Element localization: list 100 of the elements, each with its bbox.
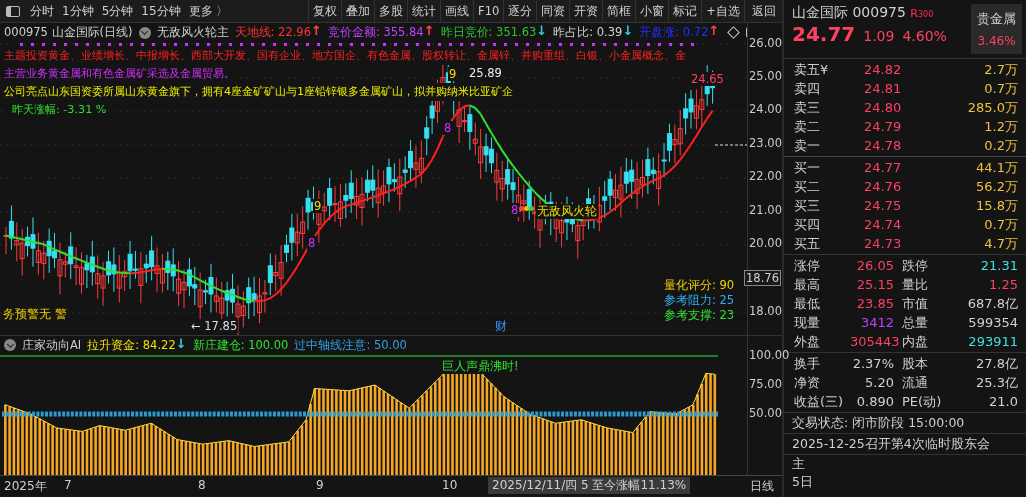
order-volume: 15.8万 — [976, 196, 1018, 215]
stat-label: 流通 — [902, 374, 929, 392]
stock-title: 000975 山金国际(日线) — [4, 25, 133, 40]
stat-label: 最低 — [794, 295, 821, 313]
order-price: 24.74 — [864, 217, 903, 232]
stat-value: 2.37% — [851, 355, 895, 373]
trend-arrow: ↑ — [423, 25, 435, 40]
indicator-value: 拉升资金: 84.22 — [87, 337, 176, 353]
stat-label: 最高 — [794, 276, 821, 294]
value-tick: 50.00 — [749, 405, 782, 420]
toolbar-button[interactable]: 开资 — [569, 0, 603, 22]
flower-icon — [519, 206, 534, 211]
toolbar-button[interactable]: 统计 — [407, 0, 441, 22]
price-tick: 21.00 — [749, 203, 782, 217]
order-level: 买一 — [794, 158, 821, 177]
toolbar-button[interactable]: +自选 — [701, 0, 744, 22]
indicator-value: 开盘涨: 0.72 — [639, 25, 709, 40]
order-volume: 285.0万 — [967, 98, 1018, 117]
order-price: 24.82 — [864, 62, 903, 77]
toolbar-button[interactable]: 画线 — [440, 0, 474, 22]
last-price: 24.77 — [792, 22, 856, 46]
panel-toggle-icon[interactable] — [6, 5, 20, 17]
order-level: 买三 — [794, 196, 821, 215]
stat-value: 599354 — [967, 314, 1018, 332]
period-tab[interactable]: 分时 — [26, 2, 58, 20]
stat-value: 687.8亿 — [966, 295, 1018, 313]
toolbar-button[interactable]: 简框 — [602, 0, 636, 22]
indicator-value: 竞价金额: 355.84 — [327, 25, 424, 40]
date-label: 2025年 — [4, 478, 47, 496]
toolbar-button[interactable]: 逐分 — [503, 0, 537, 22]
order-volume: 0.2万 — [984, 136, 1018, 155]
order-level: 买五 — [794, 234, 821, 253]
period-tab[interactable]: 15分钟 — [137, 2, 185, 20]
order-level: 卖二 — [794, 117, 821, 136]
stat-value: 25.3亿 — [975, 374, 1018, 392]
period-tab[interactable]: 5分钟 — [97, 2, 138, 20]
order-price: 24.77 — [864, 160, 903, 175]
change-percent: 4.60% — [902, 28, 947, 44]
order-volume: 1.2万 — [984, 117, 1018, 136]
count-mark: 9 — [313, 199, 323, 213]
stat-label: 跌停 — [902, 257, 929, 275]
price-tick: 22.00 — [749, 169, 782, 183]
stat-value: 25.15 — [855, 276, 895, 294]
stat-value: 3412 — [859, 314, 895, 332]
price-tick: 18.00 — [749, 304, 782, 318]
toolbar-button[interactable]: 小窗 — [635, 0, 669, 22]
toolbar-button[interactable]: 多股 — [374, 0, 408, 22]
stat-value: 305443 — [850, 333, 901, 351]
score-label: 量化评分: 90 — [664, 278, 735, 293]
stat-label: 收益(三) — [794, 393, 845, 411]
notice-text: 2025-12-25召开第4次临时股东会 — [784, 434, 1026, 455]
period-tab[interactable]: 1分钟 — [58, 2, 98, 20]
stat-label: 市值 — [902, 295, 929, 313]
count-mark: 8 — [307, 236, 317, 250]
stat-label: 总量 — [902, 314, 929, 332]
finance-warning-label: 务预警无 警 — [2, 307, 68, 322]
toolbar-button[interactable]: 标记 — [668, 0, 702, 22]
trend-arrow: ↓ — [622, 25, 634, 40]
period-label: 日线 — [750, 478, 774, 496]
order-volume: 44.1万 — [976, 158, 1018, 177]
toolbar-button[interactable]: 复权 — [308, 0, 342, 22]
back-button[interactable]: 返回 — [744, 0, 782, 22]
info-text: 主 — [791, 455, 806, 473]
order-volume: 0.7万 — [984, 79, 1018, 98]
indicator-value: 新庄建仓: 100.00 — [192, 337, 289, 353]
order-price: 24.79 — [864, 119, 903, 134]
order-volume: 4.7万 — [984, 234, 1018, 253]
stat-value: 0.890 — [855, 393, 895, 411]
order-level: 买四 — [794, 215, 821, 234]
sector-change: 3.46% — [977, 34, 1016, 48]
stat-label: PE(动) — [902, 393, 943, 411]
low-price-label: ← 17.85 — [190, 319, 239, 333]
price-tick: 20.00 — [749, 236, 782, 250]
period-tab[interactable]: 更多 〉 — [184, 2, 233, 20]
indicator-value: 过中轴线注意: 50.00 — [294, 337, 407, 353]
order-level: 卖一 — [794, 136, 821, 155]
stat-label: 换手 — [794, 355, 821, 373]
date-label: 9 — [316, 478, 324, 493]
stock-name: 山金国际 000975 — [792, 4, 906, 20]
price-change: 1.09 — [863, 28, 895, 44]
trend-arrow: ↑ — [708, 25, 720, 40]
price-tick: 26.00 — [749, 36, 782, 50]
trend-arrow: ↓ — [175, 337, 187, 353]
signal-label: 无敌风火轮 — [536, 204, 598, 219]
stat-value: 1.25 — [988, 276, 1018, 294]
dropdown-icon[interactable] — [138, 26, 151, 39]
count-mark: 8 — [443, 121, 453, 135]
high-price-label: 24.65 — [690, 72, 725, 86]
cursor-date-label: 2025/12/11/四 5 至今涨幅11.13% — [488, 477, 691, 495]
order-volume: 56.2万 — [976, 177, 1018, 196]
sector-card[interactable]: 贵金属 3.46% — [971, 4, 1022, 54]
toolbar-button[interactable]: 同资 — [536, 0, 570, 22]
order-price: 24.75 — [864, 198, 903, 213]
trend-arrow: ↑ — [311, 25, 322, 40]
dropdown-icon[interactable] — [4, 339, 16, 352]
toolbar-button[interactable]: F10 — [473, 0, 504, 22]
stat-value: 21.31 — [979, 257, 1018, 275]
price-tick: 23.00 — [749, 136, 782, 150]
toolbar-button[interactable]: 叠加 — [341, 0, 375, 22]
stat-label: 股本 — [902, 355, 929, 373]
